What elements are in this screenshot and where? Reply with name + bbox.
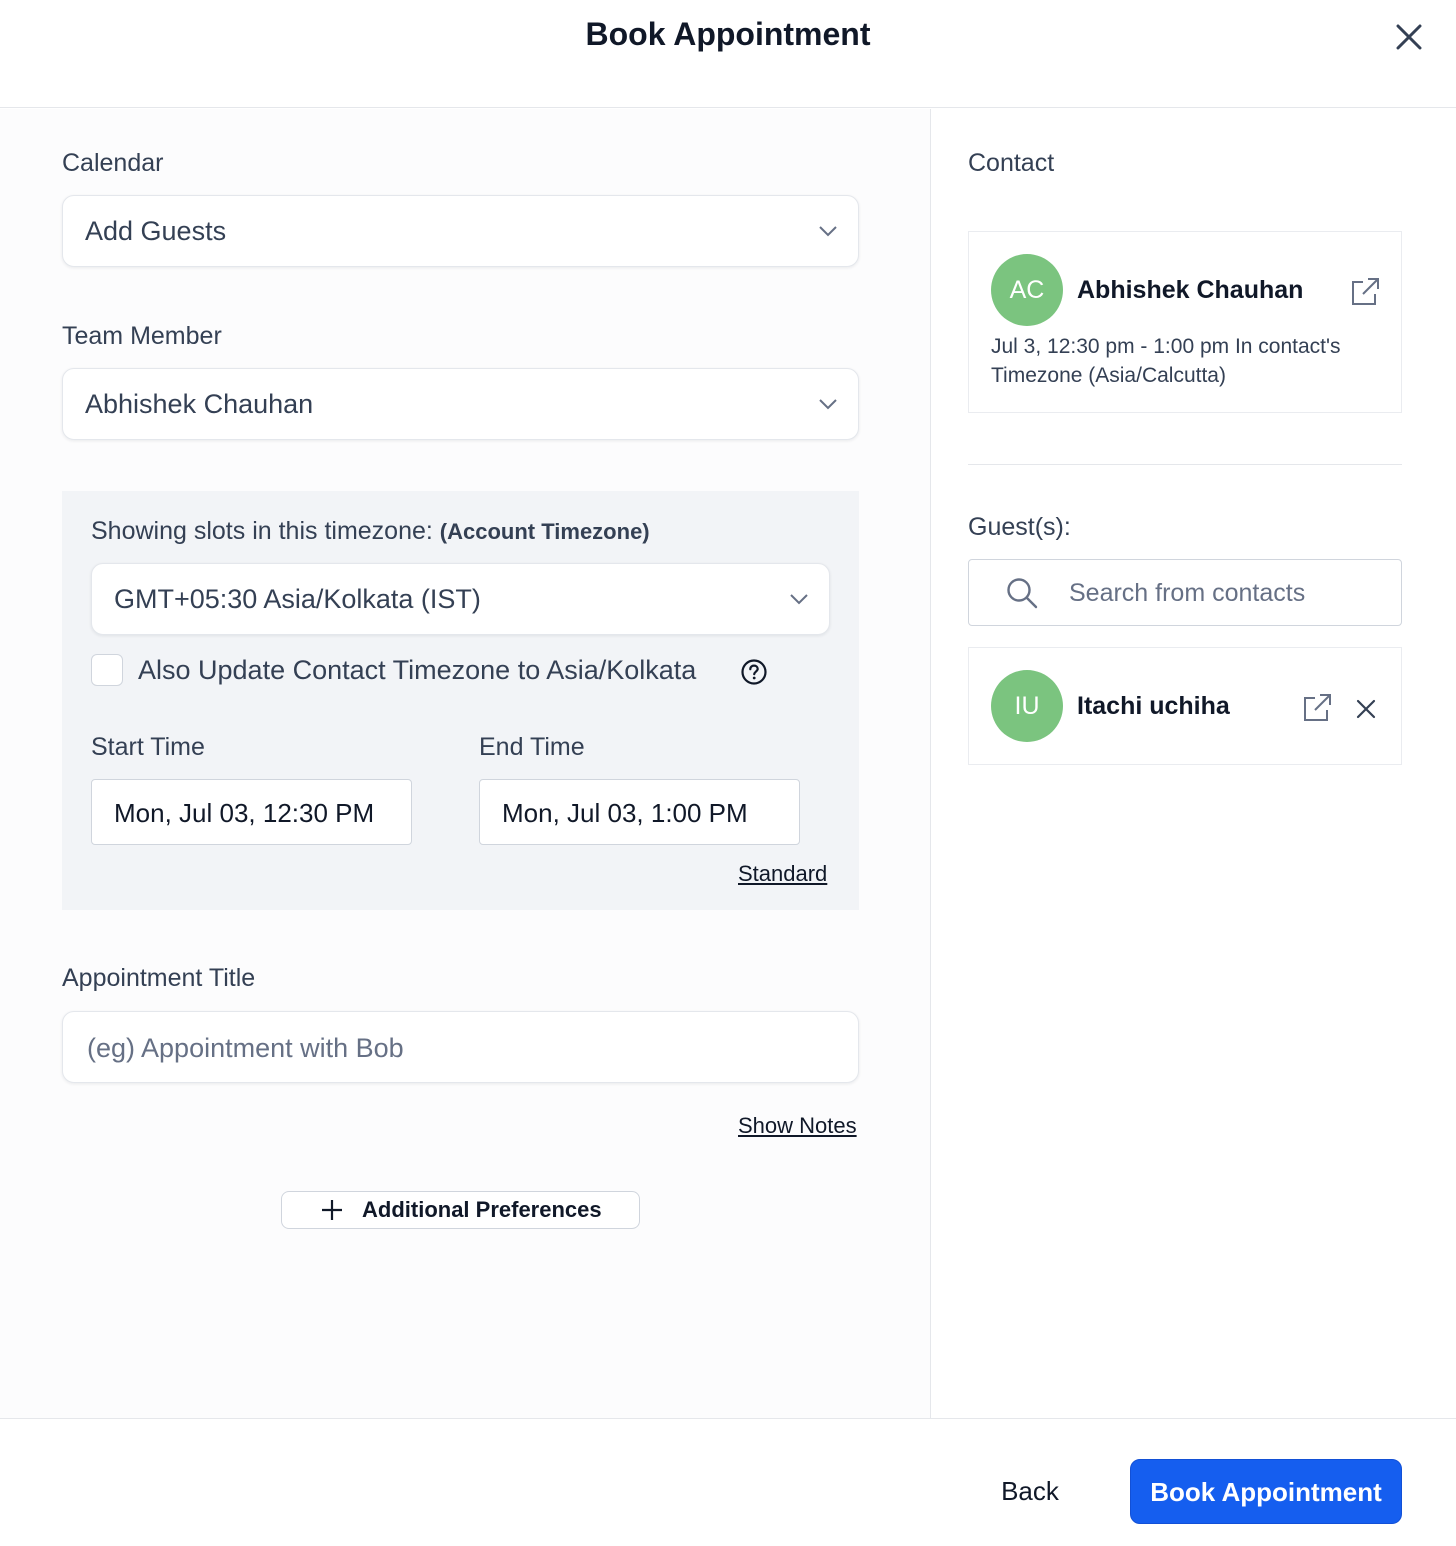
timezone-heading-note: (Account Timezone) [439, 519, 650, 544]
modal-title: Book Appointment [585, 16, 871, 52]
guest-search-field[interactable] [968, 559, 1402, 626]
timezone-select[interactable]: GMT+05:30 Asia/Kolkata (IST) [91, 563, 830, 635]
timezone-heading: Showing slots in this timezone: (Account… [91, 517, 650, 546]
team-member-select[interactable]: Abhishek Chauhan [62, 368, 859, 440]
chevron-down-icon [819, 399, 837, 410]
remove-guest-icon[interactable] [1355, 698, 1377, 720]
plus-icon [322, 1200, 342, 1220]
chevron-down-icon [790, 594, 808, 605]
calendar-select[interactable]: Add Guests [62, 195, 859, 267]
calendar-select-value: Add Guests [85, 216, 227, 246]
guest-search-input[interactable] [1069, 574, 1389, 612]
form-pane: Calendar Add Guests Team Member Abhishek… [0, 109, 931, 1418]
contact-appointment-detail: Jul 3, 12:30 pm - 1:00 pm In contact's T… [991, 335, 1341, 387]
contact-avatar: AC [991, 254, 1063, 326]
question-circle-icon[interactable] [740, 658, 768, 686]
modal-footer: Back Book Appointment [0, 1418, 1456, 1546]
external-link-icon[interactable] [1301, 692, 1333, 724]
timezone-heading-text: Showing slots in this timezone: [91, 517, 433, 545]
modal-header: Book Appointment [0, 0, 1456, 108]
guests-label: Guest(s): [968, 513, 1071, 541]
timezone-select-value: GMT+05:30 Asia/Kolkata (IST) [114, 584, 481, 614]
standard-link[interactable]: Standard [738, 861, 827, 887]
additional-preferences-label: Additional Preferences [362, 1197, 602, 1222]
guest-avatar: IU [991, 670, 1063, 742]
appointment-title-field[interactable] [62, 1011, 859, 1083]
show-notes-link[interactable]: Show Notes [738, 1113, 857, 1139]
appointment-title-label: Appointment Title [62, 964, 256, 992]
update-contact-timezone-label: Also Update Contact Timezone to Asia/Kol… [138, 655, 697, 685]
external-link-icon[interactable] [1349, 276, 1381, 308]
start-time-input[interactable]: Mon, Jul 03, 12:30 PM [91, 779, 412, 845]
book-appointment-button[interactable]: Book Appointment [1130, 1459, 1402, 1524]
end-time-label: End Time [479, 733, 585, 761]
start-time-label: Start Time [91, 733, 205, 761]
guest-name: Itachi uchiha [1077, 692, 1230, 720]
additional-preferences-button[interactable]: Additional Preferences [281, 1191, 640, 1229]
team-member-select-value: Abhishek Chauhan [85, 389, 314, 419]
guest-card: IU Itachi uchiha [968, 647, 1402, 765]
timezone-panel: Showing slots in this timezone: (Account… [62, 491, 859, 910]
end-time-input[interactable]: Mon, Jul 03, 1:00 PM [479, 779, 800, 845]
search-icon [1007, 578, 1038, 609]
chevron-down-icon [819, 226, 837, 237]
contact-label: Contact [968, 149, 1055, 177]
contact-pane: Contact AC Abhishek Chauhan Jul 3, 12:30… [932, 109, 1456, 1418]
calendar-label: Calendar [62, 149, 164, 177]
appointment-title-input[interactable] [87, 1028, 827, 1068]
contact-name: Abhishek Chauhan [1077, 276, 1304, 304]
close-icon[interactable] [1390, 18, 1428, 56]
update-contact-timezone-checkbox[interactable] [91, 654, 123, 686]
divider [968, 464, 1402, 465]
back-button[interactable]: Back [975, 1459, 1085, 1523]
contact-card: AC Abhishek Chauhan Jul 3, 12:30 pm - 1:… [968, 231, 1402, 413]
team-member-label: Team Member [62, 322, 222, 350]
